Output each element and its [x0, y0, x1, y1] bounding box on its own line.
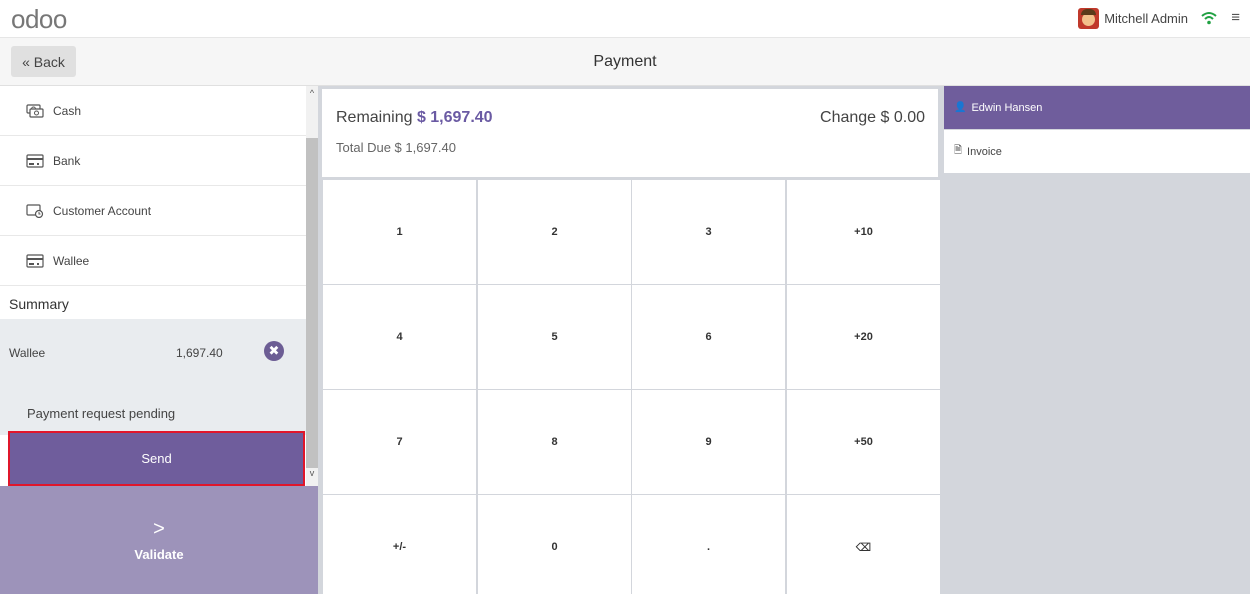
payment-method-cash[interactable]: Cash	[0, 86, 306, 136]
numpad-key[interactable]: 4	[323, 285, 476, 389]
change-amount: Change $ 0.00	[820, 109, 925, 126]
payment-method-wallee[interactable]: Wallee	[0, 236, 306, 286]
numpad-key[interactable]: 0	[478, 495, 631, 594]
back-button[interactable]: « Back	[11, 46, 76, 77]
wifi-icon	[1201, 12, 1217, 25]
payment-methods-panel: Cash Bank Customer Account Wallee Summar…	[0, 86, 318, 594]
payment-method-label: Customer Account	[53, 203, 152, 218]
numpad-key[interactable]: .	[632, 495, 785, 594]
numpad-key[interactable]: +50	[787, 390, 940, 494]
numpad-key[interactable]: 9	[632, 390, 785, 494]
numpad-key[interactable]: 1	[323, 180, 476, 284]
user-avatar	[1078, 8, 1100, 29]
invoice-toggle[interactable]: 🗎 Invoice	[944, 130, 1250, 173]
numpad-key[interactable]: 7	[323, 390, 476, 494]
remaining-label: Remaining	[336, 109, 413, 126]
numpad-key[interactable]: 3	[632, 180, 785, 284]
payment-line-amount: 1,697.40	[176, 346, 223, 360]
numpad-key[interactable]: +10	[787, 180, 940, 284]
remove-payment-line-icon[interactable]: ✖	[264, 341, 284, 361]
validate-label: Validate	[134, 546, 184, 562]
payment-status-text: Payment request pending	[27, 406, 176, 421]
cash-icon	[26, 103, 44, 118]
payment-header: Payment « Back	[0, 38, 1250, 86]
document-icon: 🗎	[954, 145, 963, 156]
payment-summary: Wallee 1,697.40 ✖ Payment request pendin…	[0, 319, 306, 435]
odoo-logo: odoo	[11, 4, 67, 34]
numpad-key[interactable]: 5	[478, 285, 631, 389]
invoice-label: Invoice	[967, 145, 1002, 158]
payment-center-panel: Remaining $ 1,697.40 Change $ 0.00 Total…	[318, 86, 942, 594]
payment-method-label: Bank	[53, 153, 81, 168]
payment-method-bank[interactable]: Bank	[0, 136, 306, 186]
remaining-amount: Remaining $ 1,697.40	[336, 109, 493, 127]
payment-line-method: Wallee	[9, 346, 46, 360]
user-name: Mitchell Admin	[1104, 11, 1188, 26]
page-title: Payment	[593, 53, 657, 70]
total-due: Total Due $ 1,697.40	[336, 140, 456, 155]
customer-account-icon	[26, 203, 44, 218]
card-terminal-icon	[26, 253, 44, 268]
scroll-down-icon[interactable]: v	[306, 466, 318, 480]
numpad-key[interactable]: +20	[787, 285, 940, 389]
user-menu[interactable]: Mitchell Admin	[1078, 8, 1188, 29]
summary-heading: Summary	[9, 296, 69, 312]
remaining-value: $ 1,697.40	[416, 109, 493, 126]
numpad-key[interactable]: ⌫	[787, 495, 940, 594]
numpad-key[interactable]: 8	[478, 390, 631, 494]
bank-card-icon	[26, 153, 44, 168]
scroll-up-icon[interactable]: ^	[306, 86, 318, 100]
top-bar: odoo Mitchell Admin ≡	[0, 0, 1250, 38]
numpad-key[interactable]: 6	[632, 285, 785, 389]
payment-method-label: Cash	[53, 103, 82, 118]
send-payment-request-button[interactable]: Send	[8, 431, 305, 486]
chevron-right-icon: >	[153, 517, 165, 540]
validate-button[interactable]: > Validate	[0, 486, 318, 594]
payment-method-label: Wallee	[53, 253, 90, 268]
payment-method-customer-account[interactable]: Customer Account	[0, 186, 306, 236]
hamburger-menu-icon[interactable]: ≡	[1231, 9, 1240, 26]
scrollbar-thumb[interactable]	[306, 138, 318, 468]
user-icon: 👤	[954, 102, 967, 113]
numpad-key[interactable]: +/-	[323, 495, 476, 594]
customer-button[interactable]: 👤 Edwin Hansen	[944, 86, 1250, 129]
customer-name: Edwin Hansen	[971, 101, 1043, 114]
numpad-key[interactable]: 2	[478, 180, 631, 284]
payment-amounts: Remaining $ 1,697.40 Change $ 0.00 Total…	[322, 89, 938, 177]
customer-panel: 👤 Edwin Hansen 🗎 Invoice	[942, 86, 1250, 594]
